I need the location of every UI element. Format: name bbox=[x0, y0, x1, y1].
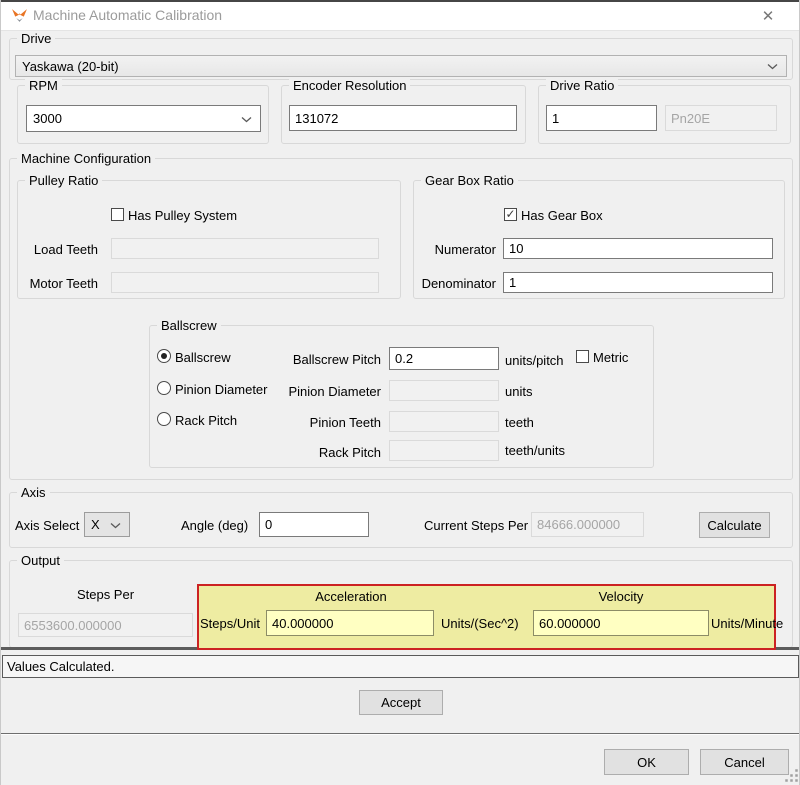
drive-ratio-group-label: Drive Ratio bbox=[546, 78, 618, 93]
acceleration-input[interactable] bbox=[266, 610, 434, 636]
window-title: Machine Automatic Calibration bbox=[33, 7, 222, 23]
velocity-input[interactable] bbox=[533, 610, 709, 636]
has-pulley-system-checkbox[interactable] bbox=[111, 208, 124, 221]
rack-pitch-radio-label: Rack Pitch bbox=[175, 413, 237, 428]
window-top-border bbox=[1, 0, 800, 2]
axis-select-value: X bbox=[91, 517, 100, 532]
current-steps-per-label: Current Steps Per bbox=[424, 518, 528, 533]
chevron-down-icon bbox=[241, 116, 252, 122]
calculate-button[interactable]: Calculate bbox=[699, 512, 770, 538]
ok-button[interactable]: OK bbox=[604, 749, 689, 775]
output-highlight-panel: Acceleration Velocity Steps/Unit Units/(… bbox=[197, 584, 776, 650]
gear-box-ratio-group-label: Gear Box Ratio bbox=[421, 173, 518, 188]
pinion-diameter-unit: units bbox=[505, 384, 532, 399]
pinion-diameter-input bbox=[389, 380, 499, 401]
ballscrew-group-label: Ballscrew bbox=[157, 318, 221, 333]
denominator-input[interactable] bbox=[503, 272, 773, 293]
encoder-resolution-group-label: Encoder Resolution bbox=[289, 78, 410, 93]
drive-combobox-value: Yaskawa (20-bit) bbox=[22, 59, 119, 74]
cancel-button[interactable]: Cancel bbox=[700, 749, 789, 775]
pinion-diameter-radio[interactable] bbox=[157, 381, 171, 395]
steps-unit-label: Steps/Unit bbox=[200, 616, 260, 631]
denominator-label: Denominator bbox=[416, 276, 496, 291]
velocity-header: Velocity bbox=[533, 589, 709, 604]
chevron-down-icon bbox=[110, 522, 121, 528]
drive-ratio-input[interactable] bbox=[546, 105, 657, 131]
has-gear-box-checkbox[interactable]: ✓ bbox=[504, 208, 517, 221]
axis-select-combobox[interactable]: X bbox=[84, 512, 130, 537]
has-pulley-system-label: Has Pulley System bbox=[128, 208, 237, 223]
velocity-unit-label: Units/Minute bbox=[711, 616, 783, 631]
load-teeth-label: Load Teeth bbox=[21, 242, 98, 257]
encoder-resolution-input[interactable] bbox=[289, 105, 517, 131]
ballscrew-pitch-input[interactable] bbox=[389, 347, 499, 370]
machine-configuration-group-label: Machine Configuration bbox=[17, 151, 155, 166]
title-bar[interactable]: Machine Automatic Calibration ✕ bbox=[1, 0, 800, 31]
rack-pitch-radio[interactable] bbox=[157, 412, 171, 426]
pinion-teeth-label: Pinion Teeth bbox=[241, 415, 381, 430]
status-text: Values Calculated. bbox=[7, 659, 114, 674]
axis-select-label: Axis Select bbox=[15, 518, 79, 533]
drive-ratio-param-field bbox=[665, 105, 777, 131]
numerator-input[interactable] bbox=[503, 238, 773, 259]
accept-button[interactable]: Accept bbox=[359, 690, 443, 715]
rpm-group-label: RPM bbox=[25, 78, 62, 93]
drive-combobox[interactable]: Yaskawa (20-bit) bbox=[15, 55, 787, 77]
has-gear-box-label: Has Gear Box bbox=[521, 208, 603, 223]
ballscrew-radio-label: Ballscrew bbox=[175, 350, 231, 365]
steps-per-label: Steps Per bbox=[18, 587, 193, 602]
radio-dot bbox=[161, 353, 167, 359]
bottom-separator-line bbox=[1, 733, 800, 735]
axis-group-label: Axis bbox=[17, 485, 50, 500]
rpm-combobox[interactable]: 3000 bbox=[26, 105, 261, 132]
pinion-teeth-unit: teeth bbox=[505, 415, 534, 430]
angle-label: Angle (deg) bbox=[181, 518, 248, 533]
load-teeth-input bbox=[111, 238, 379, 259]
current-steps-per-field bbox=[531, 512, 644, 537]
drive-group-label: Drive bbox=[17, 31, 55, 46]
output-group-label: Output bbox=[17, 553, 64, 568]
ballscrew-pitch-unit: units/pitch bbox=[505, 353, 564, 368]
app-logo-icon bbox=[11, 7, 28, 24]
check-icon: ✓ bbox=[505, 208, 515, 220]
rack-pitch-unit: teeth/units bbox=[505, 443, 565, 458]
numerator-label: Numerator bbox=[416, 242, 496, 257]
acceleration-header: Acceleration bbox=[266, 589, 436, 604]
rack-pitch-input bbox=[389, 440, 499, 461]
pinion-diameter-label: Pinion Diameter bbox=[241, 384, 381, 399]
metric-label: Metric bbox=[593, 350, 628, 365]
rpm-combobox-value: 3000 bbox=[33, 111, 62, 126]
acceleration-unit-label: Units/(Sec^2) bbox=[441, 616, 519, 631]
close-icon[interactable]: ✕ bbox=[756, 5, 780, 26]
metric-checkbox[interactable] bbox=[576, 350, 589, 363]
steps-per-field bbox=[18, 613, 193, 637]
pinion-teeth-input bbox=[389, 411, 499, 432]
machine-automatic-calibration-dialog: Machine Automatic Calibration ✕ Drive Ya… bbox=[0, 0, 800, 785]
motor-teeth-label: Motor Teeth bbox=[21, 276, 98, 291]
pulley-ratio-group-label: Pulley Ratio bbox=[25, 173, 102, 188]
motor-teeth-input bbox=[111, 272, 379, 293]
ballscrew-radio[interactable] bbox=[157, 349, 171, 363]
status-bar: Values Calculated. bbox=[2, 655, 799, 678]
angle-input[interactable] bbox=[259, 512, 369, 537]
chevron-down-icon bbox=[767, 63, 778, 69]
rack-pitch-label: Rack Pitch bbox=[241, 445, 381, 460]
ballscrew-pitch-label: Ballscrew Pitch bbox=[241, 352, 381, 367]
resize-grip[interactable] bbox=[784, 768, 799, 783]
